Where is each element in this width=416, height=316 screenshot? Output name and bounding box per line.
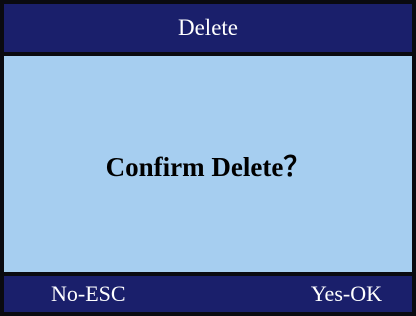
softkey-bar: No-ESC Yes-OK (4, 276, 412, 312)
title-bar: Delete (4, 4, 412, 52)
dialog-title: Delete (177, 15, 238, 40)
dialog-body: Confirm Delete？ (4, 56, 412, 272)
device-frame: Delete Confirm Delete？ No-ESC Yes-OK (0, 0, 416, 316)
yes-ok-button[interactable]: Yes-OK (311, 276, 382, 312)
dialog-screen: Delete Confirm Delete？ No-ESC Yes-OK (4, 4, 412, 312)
no-esc-button[interactable]: No-ESC (51, 276, 126, 312)
confirm-message: Confirm Delete？ (105, 151, 311, 182)
